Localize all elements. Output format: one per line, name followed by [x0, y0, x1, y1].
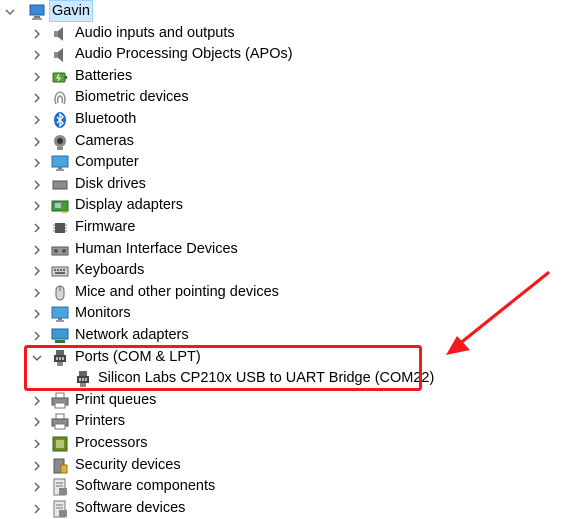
annotation-arrow	[446, 271, 550, 355]
